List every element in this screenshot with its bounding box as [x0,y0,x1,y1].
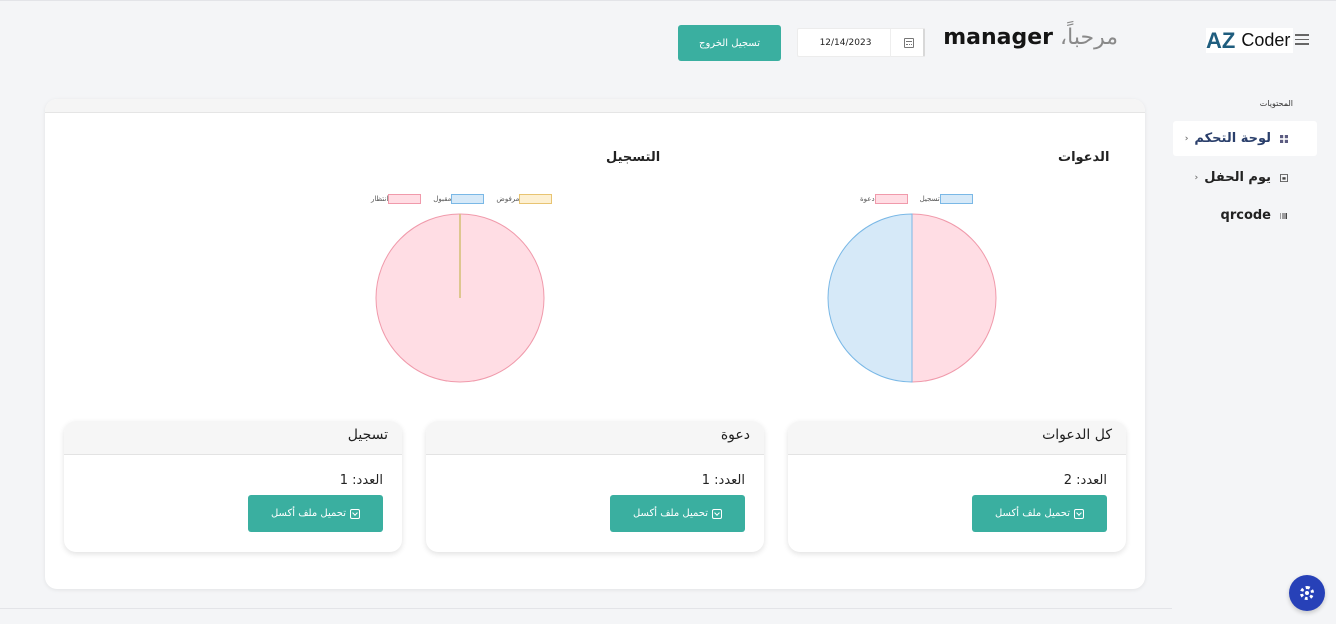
sidebar-item-dashboard[interactable]: لوحة التحكم ‹ [1173,121,1317,156]
stat-card-title: دعوة [426,421,764,455]
stat-card-all-invitations: كل الدعوات العدد: 2 تحميل ملف أكسل [788,421,1126,552]
pie-slice-دعوة[interactable] [911,213,997,383]
sidebar-item-label: لوحة التحكم [1194,131,1271,146]
date-divider [890,29,891,57]
date-field[interactable]: 12/14/2023 [797,28,925,57]
logout-button[interactable]: تسجيل الخروج [678,25,781,61]
calendar-icon [1280,173,1288,182]
legend-label: تسجيل [919,195,940,203]
stat-count: العدد: 1 [339,473,383,488]
date-value: 12/14/2023 [819,38,872,48]
download-icon [350,508,361,519]
stat-card-title: تسجيل [64,421,402,455]
logo-coder: Coder [1241,30,1291,50]
grid-icon [1280,134,1288,143]
legend-item[interactable]: مقبول [433,194,488,204]
chart-legend-invitations: تسجيل دعوة [852,193,977,205]
calendar-icon[interactable] [904,38,914,48]
sidebar-item-qrcode[interactable]: qrcode [1173,198,1317,233]
sidebar-item-label: يوم الحفل [1204,170,1271,185]
top-border [0,0,1336,1]
chart-title-invitations: الدعوات [1058,150,1110,165]
button-label: تحميل ملف أكسل [994,508,1071,519]
pie-slice-تسجيل[interactable] [827,213,913,383]
download-excel-button[interactable]: تحميل ملف أكسل [972,495,1107,532]
barcode-icon [1280,212,1288,219]
legend-swatch [451,194,485,204]
welcome-text: مرحباً، manager [943,25,1118,50]
welcome-word: مرحباً، [1060,25,1118,50]
download-excel-button[interactable]: تحميل ملف أكسل [610,495,745,532]
username: manager [943,25,1054,50]
logo[interactable]: AZ Coder [1206,27,1294,53]
legend-swatch [939,194,973,204]
legend-swatch [388,194,422,204]
pie-chart-invitations [827,213,997,383]
sidebar-heading: المحتويات [1259,99,1293,108]
download-icon [1074,508,1085,519]
stat-card-invitation: دعوة العدد: 1 تحميل ملف أكسل [426,421,764,552]
legend-label: مرفوض [496,195,520,203]
legend-item[interactable]: تسجيل [920,194,977,204]
download-icon [712,508,723,519]
panel-header [45,99,1145,113]
menu-icon[interactable] [1295,34,1309,45]
legend-label: دعوة [860,195,875,203]
legend-swatch [519,194,553,204]
legend-item[interactable]: مرفوض [496,194,556,204]
settings-button[interactable] [1289,575,1325,611]
logo-az: AZ [1206,27,1236,53]
pie-chart-registration [375,213,545,383]
sidebar-item-party-day[interactable]: يوم الحفل ‹ [1173,160,1317,195]
footer-divider [0,608,1172,609]
chart-legend-registration: مرفوض مقبول انتظار [363,193,556,205]
legend-label: انتظار [371,195,389,203]
legend-item[interactable]: انتظار [371,194,425,204]
chevron-icon: ‹ [1184,133,1189,144]
stat-count: العدد: 1 [701,473,745,488]
stat-count: العدد: 2 [1063,473,1107,488]
stat-card-registration: تسجيل العدد: 1 تحميل ملف أكسل [64,421,402,552]
legend-label: مقبول [433,195,452,203]
gear-icon [1300,586,1314,600]
stat-card-title: كل الدعوات [788,421,1126,455]
button-label: تحميل ملف أكسل [270,508,347,519]
chart-title-registration: التسجيل [606,150,661,165]
download-excel-button[interactable]: تحميل ملف أكسل [248,495,383,532]
legend-item[interactable]: دعوة [860,194,912,204]
sidebar-item-label: qrcode [1220,208,1271,223]
chevron-icon: ‹ [1194,172,1199,183]
legend-swatch [874,194,908,204]
button-label: تحميل ملف أكسل [632,508,709,519]
